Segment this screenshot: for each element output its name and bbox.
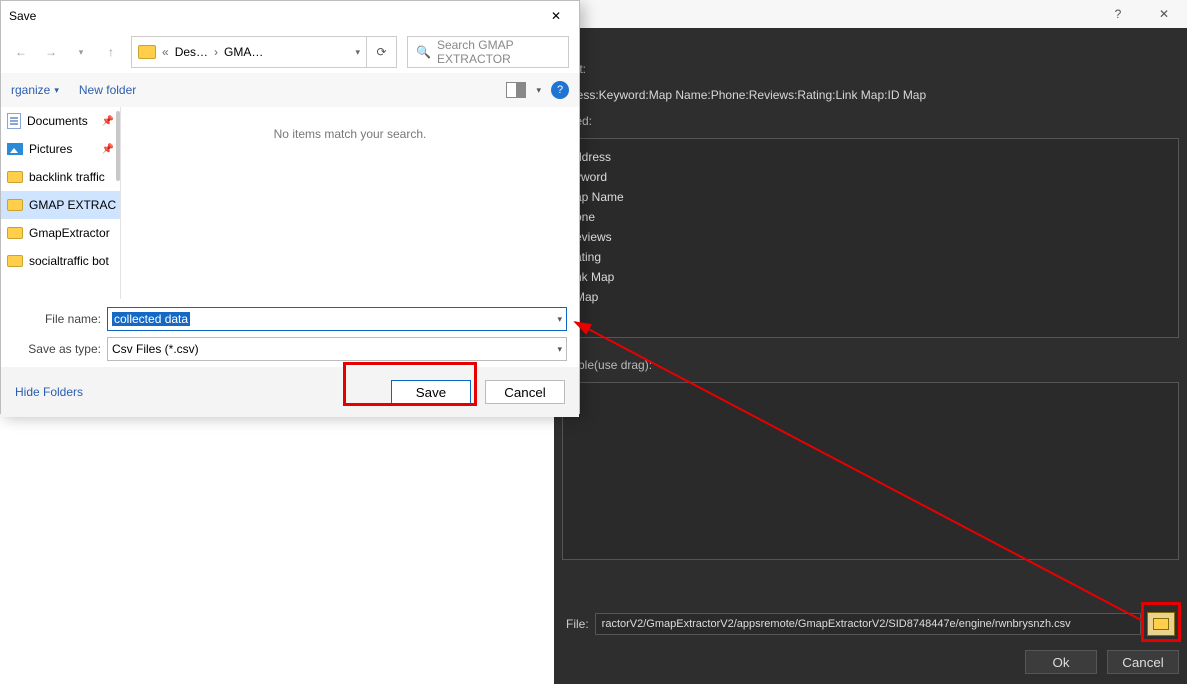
search-icon: 🔍 bbox=[416, 45, 431, 59]
chevron-down-icon: ▾ bbox=[54, 85, 59, 96]
chevron-down-icon[interactable]: ▾ bbox=[557, 314, 562, 325]
browse-button[interactable] bbox=[1147, 612, 1175, 636]
breadcrumb-prefix: « bbox=[162, 45, 169, 59]
save-toolbar: rganize▾ New folder ▾ ? bbox=[1, 73, 579, 107]
chevron-down-icon[interactable]: ▾ bbox=[355, 47, 360, 58]
save-body: Documents📌 Pictures📌 backlink traffic GM… bbox=[1, 107, 579, 299]
file-row: File: bbox=[554, 612, 1179, 636]
empty-message: No items match your search. bbox=[274, 127, 427, 141]
up-button[interactable]: ↑ bbox=[101, 42, 121, 62]
list-item[interactable]: ddress bbox=[571, 147, 1170, 167]
chevron-down-icon[interactable]: ▾ bbox=[536, 85, 541, 96]
save-dialog: Save ✕ ← → ▾ ↑ « Des… › GMA… ▾ ⟳ 🔍 Searc… bbox=[0, 0, 580, 414]
folder-icon bbox=[138, 45, 156, 59]
recent-dropdown[interactable]: ▾ bbox=[71, 42, 91, 62]
ok-button[interactable]: Ok bbox=[1025, 650, 1097, 674]
list-item[interactable]: Map bbox=[571, 287, 1170, 307]
list-item[interactable]: one bbox=[571, 207, 1170, 227]
folder-icon bbox=[1153, 618, 1169, 630]
selected-label: cted: bbox=[554, 108, 1187, 134]
scroll-thumb[interactable] bbox=[116, 111, 120, 181]
columns-header-row: dress:Keyword:Map Name:Phone:Reviews:Rat… bbox=[554, 82, 1187, 108]
available-label: ilable(use drag): bbox=[554, 352, 1187, 378]
save-as-type-select[interactable]: Csv Files (*.csv) ▾ bbox=[107, 337, 567, 361]
search-input[interactable]: 🔍 Search GMAP EXTRACTOR bbox=[407, 36, 569, 68]
sidebar-item-gmap-extractor[interactable]: GMAP EXTRAC bbox=[1, 191, 120, 219]
sidebar-item-socialtraffic[interactable]: socialtraffic bot bbox=[1, 247, 120, 275]
available-columns-box[interactable] bbox=[562, 382, 1179, 560]
list-item[interactable]: ap Name bbox=[571, 187, 1170, 207]
address-bar[interactable]: « Des… › GMA… ▾ bbox=[131, 36, 367, 68]
save-fields: File name: collected data ▾ Save as type… bbox=[1, 299, 579, 361]
list-item[interactable]: nk Map bbox=[571, 267, 1170, 287]
document-icon bbox=[7, 113, 21, 129]
search-placeholder: Search GMAP EXTRACTOR bbox=[437, 38, 560, 66]
folder-icon bbox=[7, 255, 23, 267]
app-help-button[interactable]: ? bbox=[1095, 0, 1141, 28]
forward-button[interactable]: → bbox=[41, 42, 61, 62]
list-item[interactable]: yword bbox=[571, 167, 1170, 187]
close-icon: ✕ bbox=[551, 9, 561, 23]
selected-columns-box[interactable]: ddress yword ap Name one eviews ating nk… bbox=[562, 138, 1179, 338]
new-folder-button[interactable]: New folder bbox=[79, 83, 136, 97]
save-as-type-label: Save as type: bbox=[13, 342, 101, 356]
folder-icon bbox=[7, 227, 23, 239]
breadcrumb-part[interactable]: GMA… bbox=[224, 45, 263, 59]
save-close-button[interactable]: ✕ bbox=[533, 1, 579, 31]
app-close-button[interactable]: ✕ bbox=[1141, 0, 1187, 28]
sidebar-item-backlink[interactable]: backlink traffic bbox=[1, 163, 120, 191]
sidebar-item-gmapextractor2[interactable]: GmapExtractor bbox=[1, 219, 120, 247]
dialog-buttons: Ok Cancel bbox=[1025, 650, 1179, 674]
hide-folders-link[interactable]: Hide Folders bbox=[15, 385, 83, 399]
pin-icon: 📌 bbox=[102, 116, 114, 127]
sidebar[interactable]: Documents📌 Pictures📌 backlink traffic GM… bbox=[1, 107, 121, 299]
organize-menu[interactable]: rganize▾ bbox=[11, 83, 59, 97]
app-titlebar: sv ? ✕ bbox=[554, 0, 1187, 28]
back-button[interactable]: ← bbox=[11, 42, 31, 62]
file-name-label: File name: bbox=[13, 312, 101, 326]
file-path-input[interactable] bbox=[595, 613, 1141, 635]
folder-icon bbox=[7, 199, 23, 211]
refresh-button[interactable]: ⟳ bbox=[367, 36, 397, 68]
nav-row: ← → ▾ ↑ « Des… › GMA… ▾ ⟳ 🔍 Search GMAP … bbox=[1, 31, 579, 73]
sidebar-item-pictures[interactable]: Pictures📌 bbox=[1, 135, 120, 163]
pictures-icon bbox=[7, 143, 23, 155]
save-title: Save bbox=[9, 9, 36, 23]
help-button[interactable]: ? bbox=[551, 81, 569, 99]
chevron-down-icon[interactable]: ▾ bbox=[557, 344, 562, 355]
pin-icon: 📌 bbox=[102, 144, 114, 155]
save-footer: Hide Folders Save Cancel bbox=[1, 367, 579, 417]
file-name-input[interactable]: collected data ▾ bbox=[107, 307, 567, 331]
save-titlebar: Save ✕ bbox=[1, 1, 579, 31]
cancel-button[interactable]: Cancel bbox=[1107, 650, 1179, 674]
list-item[interactable]: ating bbox=[571, 247, 1170, 267]
export-dialog: nat: dress:Keyword:Map Name:Phone:Review… bbox=[554, 28, 1187, 684]
save-button[interactable]: Save bbox=[391, 380, 471, 404]
format-label: nat: bbox=[554, 56, 1187, 82]
folder-icon bbox=[7, 171, 23, 183]
sidebar-item-documents[interactable]: Documents📌 bbox=[1, 107, 120, 135]
cancel-button[interactable]: Cancel bbox=[485, 380, 565, 404]
file-list-area[interactable]: No items match your search. bbox=[121, 107, 579, 299]
view-mode-button[interactable] bbox=[506, 82, 526, 98]
file-label: File: bbox=[566, 617, 589, 631]
list-item[interactable]: eviews bbox=[571, 227, 1170, 247]
breadcrumb-part[interactable]: Des… bbox=[175, 45, 208, 59]
chevron-right-icon: › bbox=[214, 45, 218, 59]
